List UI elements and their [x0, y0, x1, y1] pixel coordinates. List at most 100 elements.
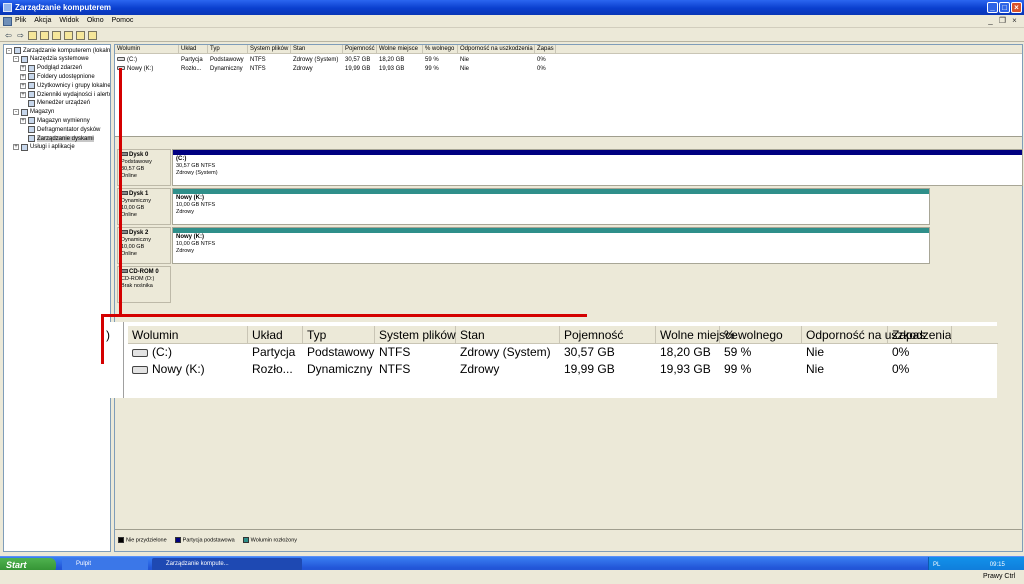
tree-item[interactable]: Defragmentator dysków — [20, 125, 100, 134]
disk-info[interactable]: Dysk 0 Podstawowy 30,57 GB Online — [117, 149, 171, 186]
mmc-console-icon[interactable] — [3, 17, 12, 26]
disk-row[interactable]: CD-ROM 0 CD-ROM (D:) Brak nośnika — [117, 266, 1023, 303]
column-header[interactable]: Zapas — [535, 45, 556, 54]
maximize-button[interactable]: □ — [999, 2, 1010, 13]
column-header[interactable]: Stan — [291, 45, 343, 54]
tree-item[interactable]: + Podgląd zdarzeń — [20, 64, 82, 73]
partition-block[interactable]: Nowy (K:) 10,00 GB NTFS Zdrowy — [172, 227, 930, 264]
zoom-cell: Dynamiczny — [303, 361, 375, 378]
disk-type: Podstawowy — [121, 159, 152, 165]
menu-item-4[interactable]: Pomoc — [112, 17, 134, 24]
tree-item[interactable]: + Dzienniki wydajności i alertów — [20, 90, 110, 99]
tree-item[interactable]: + Usługi i aplikacje — [13, 143, 75, 152]
tree-item[interactable]: + Foldery udostępnione — [20, 72, 95, 81]
menu-item-0[interactable]: Plik — [15, 17, 26, 24]
zoomed-header: Wolumin Układ Typ System plików Stan Pojemnoś… — [128, 326, 998, 344]
zoom-volume-row[interactable]: (C:) Partycja Podstawowy NTFS Zdrowy (System… — [128, 344, 998, 361]
highlight-line-horizontal — [101, 314, 587, 317]
minimize-button[interactable]: _ — [987, 2, 998, 13]
partition-status: Zdrowy (System) — [176, 170, 218, 176]
expand-icon[interactable]: + — [20, 73, 26, 80]
volume-row[interactable]: Nowy (K:) Rozło... Dynamiczny NTFS Zdrowy 19,… — [115, 65, 1022, 74]
zoom-column-header[interactable]: Odporność na uszkodzenia — [802, 326, 951, 344]
zoom-column-header[interactable]: Zapas — [888, 326, 952, 344]
zoom-column-header[interactable]: Stan — [456, 326, 560, 344]
help-icon[interactable] — [64, 31, 73, 40]
inner-close-icon[interactable]: × — [1010, 17, 1019, 26]
tree-item[interactable]: - Narzędzia systemowe — [13, 55, 89, 64]
menu-item-3[interactable]: Okno — [87, 17, 104, 24]
tree-item[interactable]: Zarządzanie dyskami — [20, 134, 94, 143]
volume-row[interactable]: (C:) Partycja Podstawowy NTFS Zdrowy (System… — [115, 56, 1022, 65]
expand-icon[interactable]: + — [20, 91, 26, 98]
disk-row[interactable]: Dysk 0 Podstawowy 30,57 GB Online (C:) 30,57 … — [117, 149, 1023, 186]
tree-item[interactable]: + Magazyn wymienny — [20, 116, 90, 125]
volume-cell: 19,93 GB — [377, 65, 423, 74]
volume-cell: Zdrowy — [291, 65, 343, 74]
zoom-column-header[interactable]: System plików — [375, 326, 456, 344]
column-header[interactable]: Wolumin — [115, 45, 179, 54]
properties-icon[interactable] — [52, 31, 61, 40]
show-hide-tree-icon[interactable] — [40, 31, 49, 40]
zoom-column-header[interactable]: Typ — [303, 326, 375, 344]
back-arrow-icon[interactable]: ⇦ — [4, 31, 13, 40]
volume-cell-text: NTFS — [250, 57, 266, 63]
volume-cell: Zdrowy (System) — [291, 56, 343, 65]
close-button[interactable]: × — [1011, 2, 1022, 13]
disk-info[interactable]: Dysk 2 Dynamiczny 10,00 GB Online — [117, 227, 171, 264]
disk-row[interactable]: Dysk 2 Dynamiczny 10,00 GB Online Nowy (K:) 1… — [117, 227, 1023, 264]
column-header[interactable]: Układ — [179, 45, 208, 54]
tree-node-icon — [28, 64, 35, 72]
legend-swatch — [242, 537, 249, 544]
collapse-icon[interactable]: - — [6, 47, 12, 54]
zoom-cell-text: 30,57 GB — [564, 345, 615, 359]
column-header[interactable]: Typ — [208, 45, 248, 54]
zoom-column-header[interactable]: % wolnego — [720, 326, 802, 344]
collapse-icon[interactable]: - — [13, 56, 19, 63]
inner-minimize-icon[interactable]: _ — [986, 17, 995, 26]
zoom-column-header[interactable]: Wolumin — [128, 326, 248, 344]
expand-icon[interactable]: + — [20, 65, 26, 72]
column-header[interactable]: % wolnego — [423, 45, 458, 54]
zoom-cell-text: Podstawowy — [307, 345, 375, 359]
disk-icon — [121, 230, 128, 235]
column-header[interactable]: Pojemność — [343, 45, 377, 54]
volume-cell: Partycja — [179, 56, 208, 65]
disk-info[interactable]: CD-ROM 0 CD-ROM (D:) Brak nośnika — [117, 266, 171, 303]
disk-info[interactable]: Dysk 1 Dynamiczny 10,00 GB Online — [117, 188, 171, 225]
volume-cell-text: Nie — [460, 57, 470, 63]
tree-item[interactable]: - Zarządzanie komputerem (lokalne) — [6, 46, 110, 55]
collapse-icon[interactable]: - — [13, 109, 19, 116]
export-list-icon[interactable] — [76, 31, 85, 40]
language-indicator[interactable]: PL — [933, 562, 940, 568]
volume-cell: 18,20 GB — [377, 56, 423, 65]
menu-item-1[interactable]: Akcja — [34, 17, 51, 24]
forward-arrow-icon[interactable]: ⇨ — [16, 31, 25, 40]
column-header[interactable]: System plików — [248, 45, 291, 54]
tree-item[interactable]: Menedżer urządzeń — [20, 99, 90, 108]
partition-block[interactable]: Nowy (K:) 10,00 GB NTFS Zdrowy — [172, 188, 930, 225]
menu-item-2[interactable]: Widok — [59, 17, 78, 24]
partition-block[interactable]: (C:) 30,57 GB NTFS Zdrowy (System) — [172, 149, 1023, 186]
tree-item[interactable]: - Magazyn — [13, 108, 54, 117]
refresh-icon[interactable] — [88, 31, 97, 40]
zoom-cell: Zdrowy (System) — [456, 344, 560, 361]
partition-size: 30,57 GB NTFS — [176, 163, 216, 169]
inner-restore-icon[interactable]: ❐ — [998, 17, 1007, 26]
disk-row[interactable]: Dysk 1 Dynamiczny 10,00 GB Online Nowy (K:) 1… — [117, 188, 1023, 225]
zoom-column-header[interactable]: Pojemność — [560, 326, 656, 344]
up-folder-icon[interactable] — [28, 31, 37, 40]
zoom-cell: 30,57 GB — [560, 344, 656, 361]
tree-item[interactable]: + Użytkownicy i grupy lokalne — [20, 81, 110, 90]
expand-icon[interactable]: + — [20, 82, 26, 89]
zoom-column-header[interactable]: Wolne miejsce — [656, 326, 738, 344]
expand-icon[interactable]: + — [20, 117, 26, 124]
zoom-cell: NTFS — [375, 344, 456, 361]
column-header[interactable]: Odporność na uszkodzenia — [458, 45, 535, 54]
zoom-volume-row[interactable]: Nowy (K:) Rozło... Dynamiczny NTFS Zdrowy 19,… — [128, 361, 998, 378]
column-header[interactable]: Wolne miejsce — [377, 45, 423, 54]
expand-icon[interactable]: + — [13, 144, 19, 151]
zoom-column-header[interactable]: Układ — [248, 326, 303, 344]
zoom-cell-text: Rozło... — [252, 362, 293, 376]
clock[interactable]: 09:15 — [990, 562, 1005, 568]
